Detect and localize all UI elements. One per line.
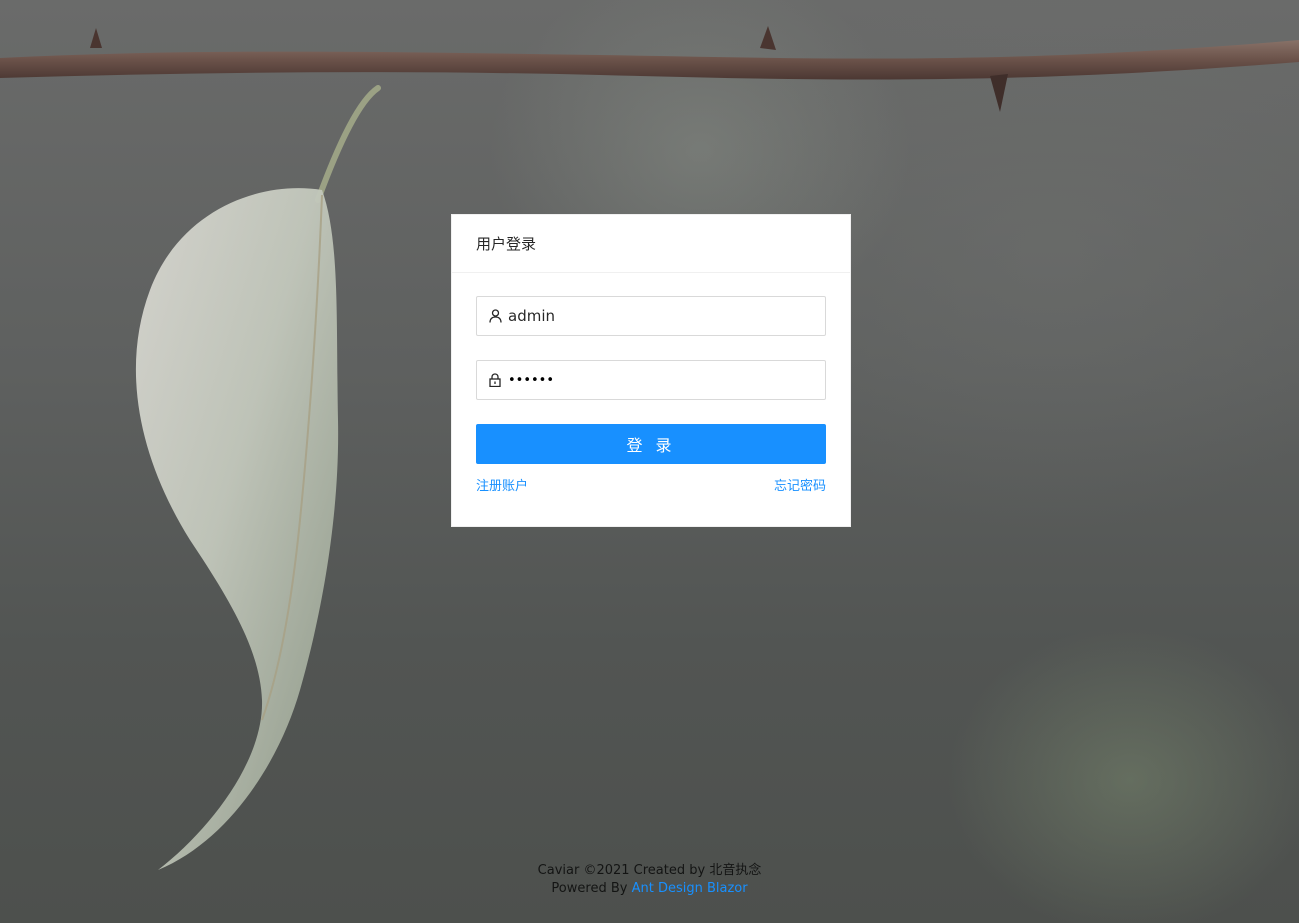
username-input[interactable] (508, 297, 814, 335)
lock-icon (488, 373, 502, 387)
login-page: 用户登录 •••••• 登 录 注册账户 忘记密码 (0, 0, 1299, 923)
branch (0, 40, 1299, 80)
username-field[interactable] (476, 296, 826, 336)
branch-thorn (90, 28, 102, 48)
login-card-title: 用户登录 (452, 215, 850, 273)
register-link[interactable]: 注册账户 (476, 475, 528, 494)
ant-design-blazor-link[interactable]: Ant Design Blazor (632, 881, 748, 896)
leaf-stem (315, 85, 381, 203)
login-card: 用户登录 •••••• 登 录 注册账户 忘记密码 (451, 214, 851, 527)
leaf (135, 188, 339, 870)
user-icon (488, 309, 502, 323)
footer-powered-by: Powered By Ant Design Blazor (0, 881, 1299, 896)
branch-thorn (990, 74, 1008, 112)
password-field[interactable]: •••••• (476, 360, 826, 400)
footer-powered-prefix: Powered By (551, 881, 628, 896)
branch-thorn (760, 26, 776, 50)
forgot-password-link[interactable]: 忘记密码 (774, 475, 826, 494)
footer-copyright: Caviar ©2021 Created by 北音执念 (537, 863, 762, 878)
login-button[interactable]: 登 录 (476, 424, 826, 464)
password-input[interactable]: •••••• (508, 373, 554, 388)
